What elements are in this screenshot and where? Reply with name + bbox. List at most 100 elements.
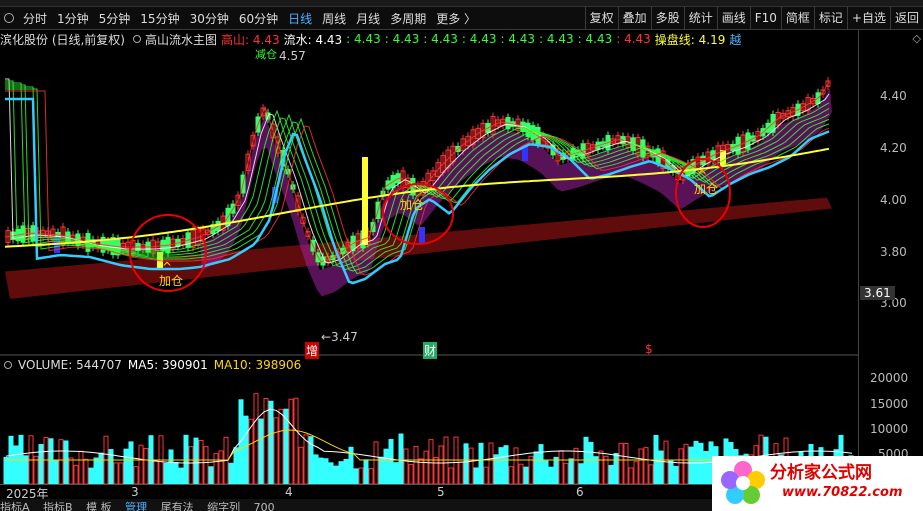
volume-bar [83, 458, 89, 484]
volume-settings-icon[interactable] [4, 361, 12, 369]
volume-bar [413, 445, 419, 484]
simple-frame-button[interactable]: 简框 [780, 7, 814, 29]
period-5min[interactable]: 5分钟 [94, 10, 136, 27]
volume-bar [333, 465, 339, 484]
price-chart[interactable] [0, 47, 858, 357]
line-value-8: : 4.43 [616, 32, 651, 46]
more-indicator[interactable]: 越 [729, 31, 741, 48]
period-daily[interactable]: 日线 [283, 10, 317, 27]
ma5-value: MA5: 390901 [127, 358, 208, 372]
volume-bar [703, 451, 709, 484]
period-60min[interactable]: 60分钟 [234, 10, 283, 27]
mark-button[interactable]: 标记 [813, 7, 847, 29]
period-monthly[interactable]: 月线 [351, 10, 385, 27]
tab-shrink[interactable]: 缩字列 [207, 501, 240, 511]
volume-bar [123, 448, 129, 484]
volume-bar [303, 434, 309, 484]
volume-bar [73, 464, 79, 484]
volume-bar [78, 450, 84, 484]
multi-stock-button[interactable]: 多股 [650, 7, 684, 29]
volume-bar [133, 466, 139, 484]
gaoshan-value: 高山: 4.43 [221, 32, 280, 47]
volume-bar [518, 463, 524, 484]
volume-bar [43, 437, 49, 484]
period-15min[interactable]: 15分钟 [135, 10, 184, 27]
volume-bar [593, 456, 599, 484]
right-axis-line [858, 30, 859, 500]
tab-manage[interactable]: 管理 [125, 501, 147, 511]
volume-bar [353, 468, 359, 484]
volume-bar [523, 466, 529, 484]
indicator-name[interactable]: 高山流水主图 [145, 31, 217, 48]
liushui-value: 流水: 4.43 [283, 32, 343, 47]
volume-bar [113, 462, 119, 484]
volume-bar [338, 461, 344, 484]
indicator-info-bar: 滨化股份 (日线,前复权) 高山流水主图 高山: 4.43 流水: 4.43 :… [0, 30, 860, 48]
volume-bar [633, 461, 639, 484]
volume-bar [13, 445, 19, 484]
watermark-logo: 分析家公式网 www.70822.com [712, 456, 923, 511]
volume-bar [38, 444, 44, 484]
period-fenshi[interactable]: 分时 [18, 10, 52, 27]
period-more[interactable]: 更多 〉 [431, 10, 481, 27]
y-tick-420: 4.20 [880, 141, 907, 155]
volume-bar [428, 439, 434, 484]
marker-s: $ [645, 342, 653, 356]
volume-bar [298, 446, 304, 484]
volume-bar [483, 466, 489, 484]
diamond-icon[interactable]: ◇ [913, 32, 921, 45]
volume-bar [193, 437, 199, 484]
volume-bar [473, 467, 479, 484]
back-button[interactable]: 返回 [889, 7, 923, 29]
volume-bar [278, 408, 284, 484]
ma10-value: MA10: 398906 [213, 358, 302, 372]
volume-bar [553, 456, 559, 484]
volume-bar [383, 448, 389, 484]
volume-bar [153, 460, 159, 484]
volume-bar [578, 463, 584, 484]
volume-bar [118, 462, 124, 484]
tab-indicator-a[interactable]: 指标A [0, 501, 30, 511]
volume-bar [268, 400, 274, 484]
period-30min[interactable]: 30分钟 [185, 10, 234, 27]
volume-bar [598, 450, 604, 484]
settings-icon[interactable] [4, 13, 14, 23]
volume-bar [208, 466, 214, 484]
period-weekly[interactable]: 周线 [317, 10, 351, 27]
period-multi[interactable]: 多周期 [385, 10, 431, 27]
volume-bar [468, 447, 474, 484]
volume-bar [393, 462, 399, 484]
volume-value: VOLUME: 544707 [18, 358, 122, 372]
f10-button[interactable]: F10 [749, 7, 781, 29]
signal-bar [720, 150, 726, 166]
stock-name[interactable]: 滨化股份 (日线,前复权) [0, 31, 125, 48]
volume-bar [53, 460, 59, 484]
volume-bar [368, 468, 374, 484]
volume-bar [663, 440, 669, 484]
volume-bar [498, 447, 504, 484]
watermark-url: www.70822.com [782, 485, 903, 500]
volume-bar [438, 445, 444, 484]
volume-bar [58, 439, 64, 484]
tab-700[interactable]: 700 [254, 501, 275, 511]
volume-bar [48, 438, 54, 484]
tab-template[interactable]: 模 板 [86, 501, 112, 511]
line-value-7: : 4.43 [577, 32, 613, 46]
volume-bar [228, 462, 234, 484]
tab-method[interactable]: 尾有法 [161, 501, 194, 511]
indicator-settings-icon[interactable] [133, 35, 141, 43]
add-watchlist-button[interactable]: +自选 [846, 7, 890, 29]
tab-indicator-b[interactable]: 指标B [43, 501, 73, 511]
period-1min[interactable]: 1分钟 [52, 10, 94, 27]
volume-bar [63, 440, 69, 484]
volume-bar [293, 397, 299, 484]
volume-bar [273, 417, 279, 484]
stats-button[interactable]: 统计 [683, 7, 717, 29]
overlay-button[interactable]: 叠加 [617, 7, 651, 29]
line-value-5: : 4.43 [500, 32, 536, 46]
fuquan-button[interactable]: 复权 [584, 7, 618, 29]
volume-bar [493, 454, 499, 484]
high-tag: 减仓 [255, 48, 277, 61]
volume-bar [648, 464, 654, 484]
draw-line-button[interactable]: 画线 [716, 7, 750, 29]
